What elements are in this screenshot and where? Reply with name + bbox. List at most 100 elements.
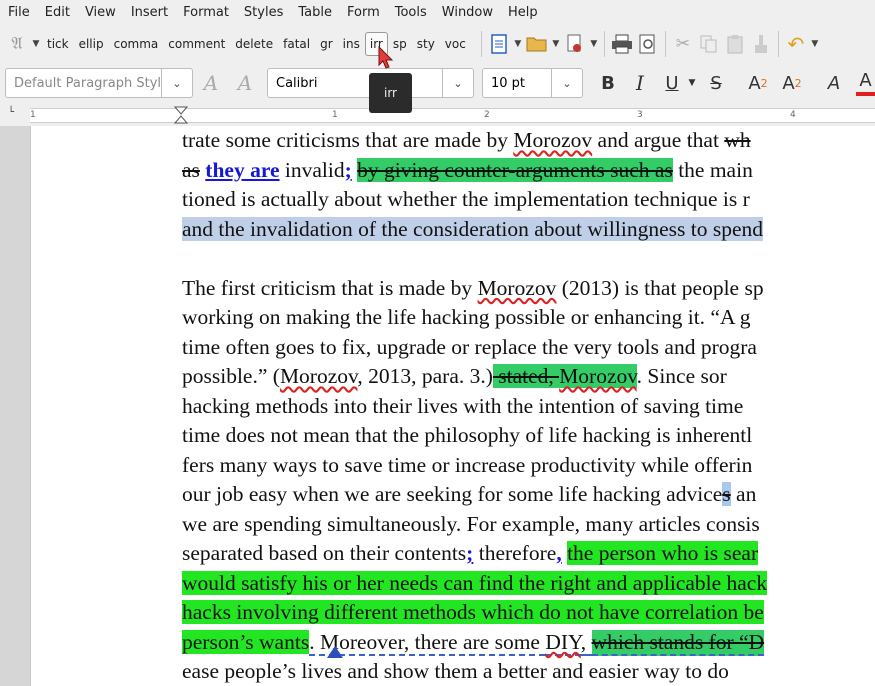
highlighted-text: would satisfy his or her needs can find … xyxy=(182,570,768,595)
inserted-text: they are xyxy=(205,157,280,182)
macro-fatal-button[interactable]: fatal xyxy=(278,32,315,56)
cut-icon[interactable]: ✂ xyxy=(670,31,696,57)
chevron-down-icon[interactable]: ▼ xyxy=(686,68,698,98)
undo-icon[interactable]: ↶ xyxy=(783,31,809,57)
menu-insert[interactable]: Insert xyxy=(123,5,175,20)
inserted-text: ; xyxy=(344,157,352,182)
macro-comment-button[interactable]: comment xyxy=(163,32,230,56)
menu-view[interactable]: View xyxy=(77,5,123,20)
macro-sty-button[interactable]: sty xyxy=(412,32,440,56)
copy-icon[interactable] xyxy=(696,31,722,57)
highlighted-text: the person who is sear xyxy=(567,541,759,565)
update-style-icon[interactable]: A xyxy=(196,68,226,98)
underline-button[interactable]: U xyxy=(660,68,684,98)
ruler-label: 2 xyxy=(484,110,490,120)
bold-button[interactable]: B xyxy=(596,68,620,98)
highlighted-text: hacks involving different methods which … xyxy=(182,600,764,624)
ruler-label: 4 xyxy=(790,110,796,120)
strikethrough-button[interactable]: S xyxy=(704,68,728,98)
macro-ins-button[interactable]: ins xyxy=(338,32,365,56)
macro-gr-button[interactable]: gr xyxy=(315,32,338,56)
chevron-down-icon[interactable]: ⌄ xyxy=(442,69,473,97)
text-line: separated based on their contents; there… xyxy=(182,539,875,569)
text-run: separated based on their contents xyxy=(182,541,467,565)
highlighted-text: and the invalidation of the consideratio… xyxy=(182,216,763,241)
misspelled-word[interactable]: Morozov xyxy=(280,364,357,388)
text-run: our job easy when we are seeking for som… xyxy=(182,482,723,506)
deleted-text: as xyxy=(182,157,200,182)
text-line: time often goes to fix, upgrade or repla… xyxy=(182,333,875,363)
text-line: The first criticism that is made by Moro… xyxy=(182,274,875,304)
macro-delete-button[interactable]: delete xyxy=(230,32,278,56)
macro-ellip-button[interactable]: ellip xyxy=(74,32,109,56)
toolbar-separator xyxy=(603,31,605,57)
text-line: hacking methods into their lives with th… xyxy=(182,392,875,422)
text-run: . Since sor xyxy=(636,364,727,388)
print-icon[interactable] xyxy=(609,31,635,57)
text-run: tioned is actually about whether the imp… xyxy=(182,187,750,211)
text-line: tioned is actually about whether the imp… xyxy=(182,185,875,215)
macro-voc-button[interactable]: voc xyxy=(440,32,471,56)
text-run: ease people’s lives and show them a bett… xyxy=(182,659,729,683)
menu-form[interactable]: Form xyxy=(339,5,387,20)
new-style-icon[interactable]: A xyxy=(230,68,260,98)
chevron-down-icon[interactable]: ▼ xyxy=(30,31,42,57)
font-size-combo[interactable]: 10 pt ⌄ xyxy=(482,68,583,98)
text-run: we are spending simultaneously. For exam… xyxy=(182,511,760,536)
macro-comma-button[interactable]: comma xyxy=(109,32,164,56)
ruler-label: 1 xyxy=(332,110,338,120)
horizontal-ruler[interactable]: └ 1 1 2 3 4 xyxy=(0,104,875,126)
subscript-button[interactable]: A2 xyxy=(778,68,806,98)
paragraph-style-combo[interactable]: Default Paragraph Styl ⌄ xyxy=(5,68,193,98)
menu-help[interactable]: Help xyxy=(500,5,545,20)
document-body[interactable]: trate some criticisms that are made by M… xyxy=(182,126,875,686)
toolbar-separator xyxy=(664,31,666,57)
menu-styles[interactable]: Styles xyxy=(236,5,290,20)
ruler-label: 3 xyxy=(637,110,643,120)
indent-marker-icon[interactable] xyxy=(174,106,188,124)
deleted-highlighted-text: stated, xyxy=(492,364,560,388)
misspelled-word[interactable]: Morozov xyxy=(513,128,592,152)
clear-formatting-button[interactable]: A xyxy=(822,68,846,98)
print-preview-icon[interactable] xyxy=(635,31,661,57)
highlighted-text: person’s wants xyxy=(182,629,310,654)
tab-stop-icon[interactable]: └ xyxy=(8,107,14,118)
open-folder-icon[interactable] xyxy=(524,31,550,57)
comment-anchor-icon[interactable] xyxy=(327,646,343,658)
menu-bar: File Edit View Insert Format Styles Tabl… xyxy=(0,0,875,24)
italic-button[interactable]: I xyxy=(628,68,652,98)
menu-window[interactable]: Window xyxy=(434,5,500,20)
paste-icon[interactable] xyxy=(722,31,748,57)
chevron-down-icon[interactable]: ⌄ xyxy=(551,69,582,97)
text-run: hacking methods into their lives with th… xyxy=(182,393,744,418)
superscript-button[interactable]: A2 xyxy=(744,68,772,98)
save-icon[interactable] xyxy=(562,31,588,57)
macro-tick-button[interactable]: tick xyxy=(42,32,74,56)
chevron-down-icon[interactable]: ▼ xyxy=(512,31,524,57)
clone-formatting-icon[interactable] xyxy=(748,31,774,57)
chevron-down-icon[interactable]: ▼ xyxy=(809,31,821,57)
chevron-down-icon[interactable]: ▼ xyxy=(550,31,562,57)
text-line: and the invalidation of the consideratio… xyxy=(182,215,875,245)
menu-file[interactable]: File xyxy=(0,5,37,20)
fontwork-icon[interactable]: 𝔄 xyxy=(4,31,30,57)
menu-table[interactable]: Table xyxy=(290,5,339,20)
chevron-down-icon[interactable]: ⌄ xyxy=(161,69,192,97)
menu-tools[interactable]: Tools xyxy=(387,5,434,20)
text-line: trate some criticisms that are made by M… xyxy=(182,126,875,156)
text-run: time does not mean that the philosophy o… xyxy=(182,423,753,447)
font-color-button[interactable]: A xyxy=(856,68,875,96)
misspelled-word[interactable]: Morozov xyxy=(478,276,557,300)
misspelled-word[interactable]: DIY xyxy=(545,629,581,656)
menu-edit[interactable]: Edit xyxy=(37,5,77,20)
menu-format[interactable]: Format xyxy=(175,5,236,20)
subscript-letter: A xyxy=(782,72,795,94)
text-run: working on making the life hacking possi… xyxy=(182,305,751,329)
new-document-icon[interactable] xyxy=(486,31,512,57)
text-line: as they are invalid; by giving counter-a… xyxy=(182,156,875,186)
chevron-down-icon[interactable]: ▼ xyxy=(588,31,600,57)
document-page[interactable]: trate some criticisms that are made by M… xyxy=(30,126,875,686)
deleted-highlighted-text: Morozov xyxy=(559,364,637,388)
tooltip: irr xyxy=(369,73,412,113)
